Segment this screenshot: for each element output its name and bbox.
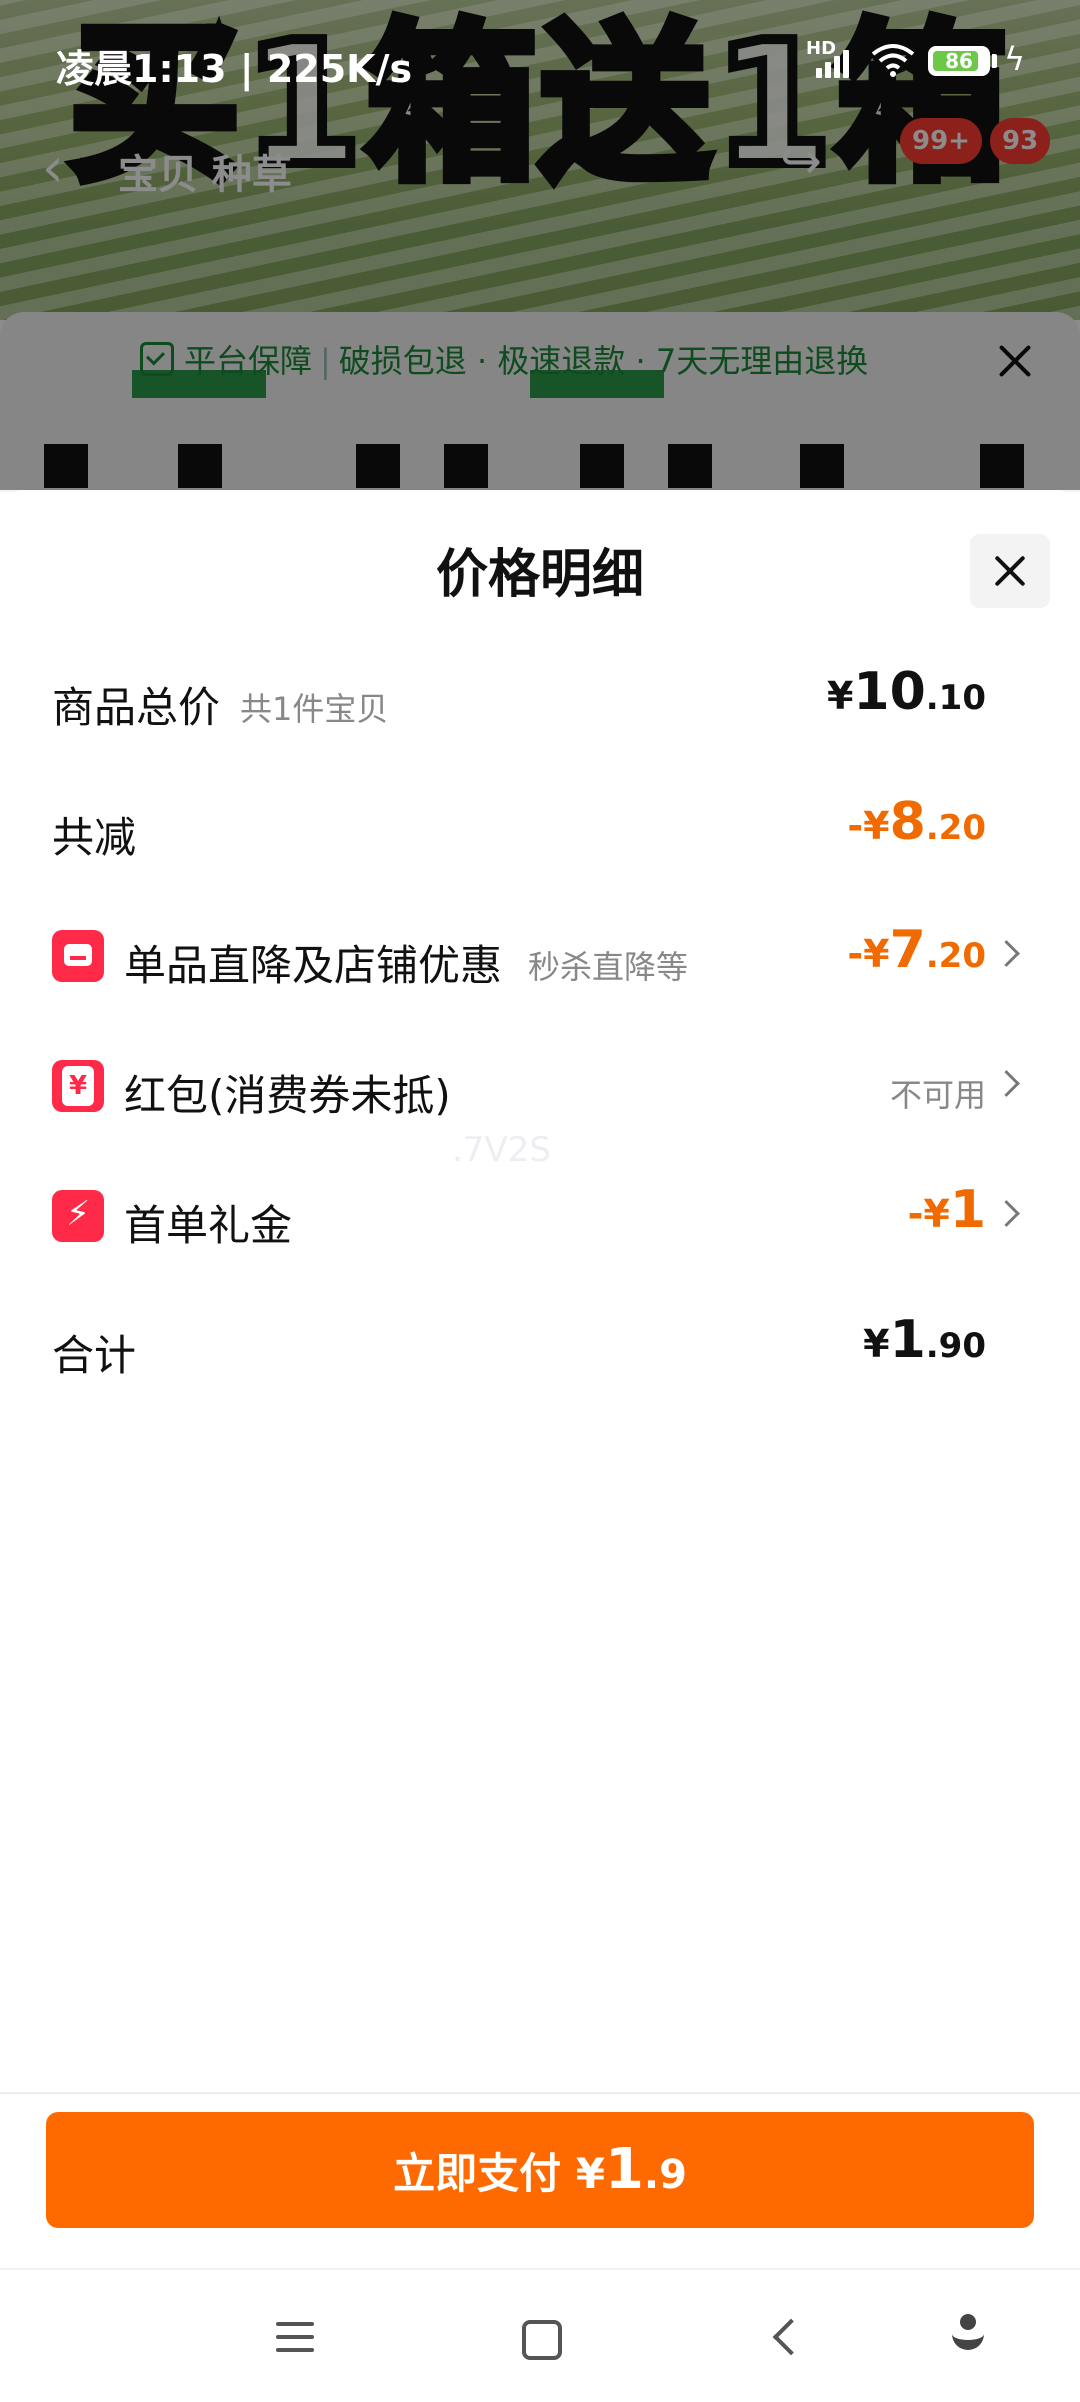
row-value: -¥1 <box>907 1180 986 1240</box>
battery-tip <box>992 54 997 68</box>
row-label: 红包(消费券未抵) <box>124 1071 451 1120</box>
row-label: 共减 <box>52 813 137 862</box>
pay-amount: 1 <box>604 2137 644 2202</box>
sheet-title: 价格明细 <box>435 545 644 605</box>
wifi-icon <box>871 44 915 77</box>
divider <box>0 2092 1080 2094</box>
pay-currency: ¥ <box>575 2149 605 2198</box>
row-value: -¥8.20 <box>847 792 986 852</box>
back-icon[interactable] <box>772 2318 810 2356</box>
pay-label: 立即支付 <box>393 2149 562 2198</box>
chevron-right-icon <box>993 1070 1020 1097</box>
row-value: ¥1.90 <box>863 1310 986 1370</box>
row-label: 单品直降及店铺优惠 <box>124 941 503 990</box>
shop-icon <box>52 930 104 982</box>
signal-icon <box>816 44 856 78</box>
menu-icon[interactable] <box>276 2322 314 2352</box>
assistant-icon[interactable] <box>950 2314 986 2354</box>
chevron-right-icon <box>993 940 1020 967</box>
chevron-right-icon <box>993 1200 1020 1227</box>
status-time: 凌晨1:13 | 225K/s <box>56 47 413 91</box>
row-shop-discount[interactable]: 单品直降及店铺优惠 秒杀直降等 -¥7.20 <box>0 908 1080 1008</box>
row-red-packet[interactable]: 红包(消费券未抵) 不可用 <box>0 1038 1080 1138</box>
charging-icon: ϟ <box>1004 40 1026 78</box>
row-label: 商品总价 <box>52 683 221 732</box>
row-first-order-gift[interactable]: 首单礼金 -¥1 <box>0 1168 1080 1268</box>
row-grand-total: 合计 ¥1.90 <box>0 1298 1080 1398</box>
lightning-icon <box>52 1190 104 1242</box>
watermark: .7V2S <box>452 1130 551 1170</box>
pay-amount-decimal: .9 <box>643 2152 687 2198</box>
row-sub: 共1件宝贝 <box>240 690 389 728</box>
row-label: 首单礼金 <box>124 1201 293 1250</box>
battery-level: 86 <box>945 49 973 73</box>
row-sub: 秒杀直降等 <box>528 948 689 986</box>
battery-icon: 86 <box>928 46 990 76</box>
row-value: -¥7.20 <box>847 920 986 980</box>
row-status: 不可用 <box>889 1076 986 1114</box>
status-bar: 凌晨1:13 | 225K/s HD 86 ϟ <box>0 0 1080 120</box>
row-goods-total: 商品总价 共1件宝贝 ¥10.10 <box>0 650 1080 750</box>
row-value: ¥10.10 <box>826 662 986 722</box>
home-icon[interactable] <box>522 2320 562 2360</box>
close-button[interactable] <box>970 534 1050 608</box>
red-packet-icon <box>52 1060 104 1112</box>
system-nav-bar <box>0 2268 1080 2402</box>
row-label: 合计 <box>52 1331 137 1380</box>
pay-now-button[interactable]: 立即支付 ¥1.9 <box>46 2112 1034 2228</box>
row-total-discount: 共减 -¥8.20 <box>0 780 1080 880</box>
